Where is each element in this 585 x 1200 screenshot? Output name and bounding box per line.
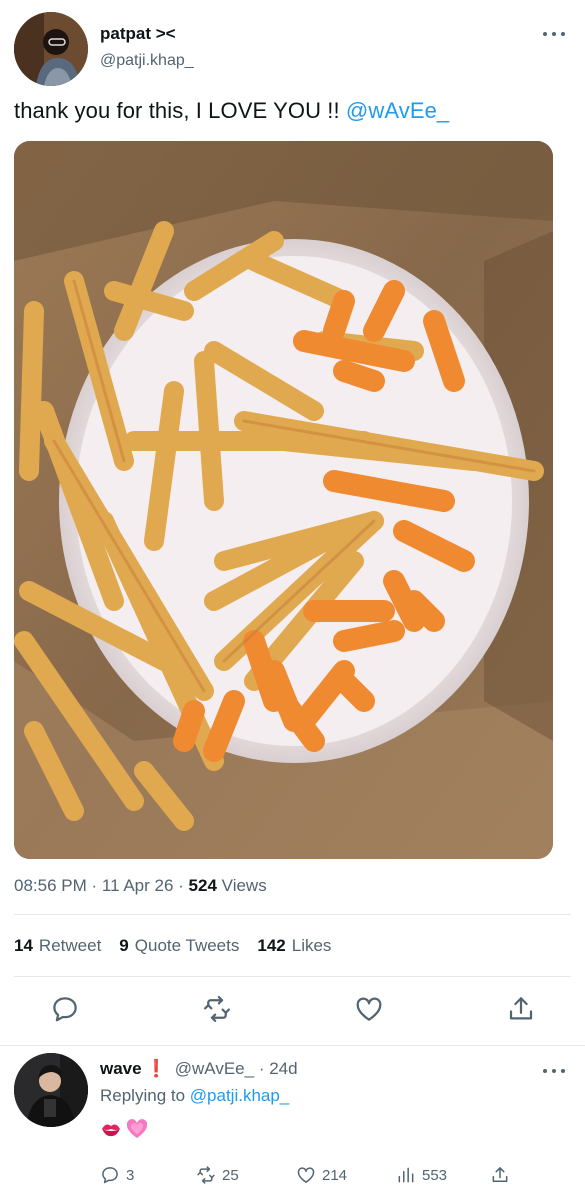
- tweet-time: 08:56 PM: [14, 876, 87, 895]
- replying-to-mention[interactable]: @patji.khap_: [190, 1086, 290, 1105]
- reply-display-name[interactable]: wave: [100, 1059, 142, 1078]
- retweets-count: 14: [14, 936, 33, 955]
- like-icon[interactable]: [354, 994, 384, 1024]
- meta-separator: ·: [91, 876, 102, 895]
- tweet-text-body: thank you for this, I LOVE YOU !!: [14, 98, 346, 123]
- more-icon[interactable]: [543, 1061, 565, 1081]
- reply-retweet-action[interactable]: 25: [196, 1164, 239, 1186]
- reply-like-action[interactable]: 214: [296, 1164, 347, 1186]
- like-icon: [297, 1167, 315, 1183]
- reply-actions: 3 25 214 553: [100, 1164, 520, 1186]
- tweet-meta: 08:56 PM · 11 Apr 26 · 524 Views: [14, 876, 267, 896]
- reply-share-action[interactable]: [490, 1164, 510, 1186]
- pink-heart-icon: [126, 1119, 148, 1138]
- views-count: 524: [188, 876, 217, 895]
- author-display-name[interactable]: patpat ><: [100, 24, 176, 44]
- reply-icon[interactable]: [50, 994, 80, 1024]
- share-icon: [492, 1167, 508, 1182]
- divider: [14, 914, 571, 915]
- quotes-stat[interactable]: 9 Quote Tweets: [119, 936, 239, 956]
- author-handle[interactable]: @patji.khap_: [100, 52, 194, 70]
- share-icon[interactable]: [506, 994, 536, 1024]
- view-count: 553: [422, 1166, 448, 1184]
- tweet-photo[interactable]: [14, 141, 553, 859]
- retweets-label: Retweet: [38, 936, 102, 955]
- quotes-count: 9: [119, 936, 129, 955]
- likes-label: Likes: [291, 936, 332, 955]
- author-avatar[interactable]: [14, 12, 88, 86]
- views-icon: [398, 1167, 414, 1183]
- likes-stat[interactable]: 142 Likes: [257, 936, 331, 956]
- like-count: 214: [322, 1166, 348, 1184]
- reply-text: 💋 💗: [100, 1119, 148, 1139]
- main-tweet: patpat >< @patji.khap_ thank you for thi…: [0, 0, 585, 1046]
- reply-tweet[interactable]: wave ❗ @wAvEe_ · 24d Replying to @patji.kh…: [0, 1047, 585, 1200]
- retweet-icon[interactable]: [202, 994, 232, 1024]
- retweet-icon: [197, 1166, 215, 1184]
- tweet-mention-link[interactable]: @wAvEe_: [346, 98, 449, 123]
- retweets-stat[interactable]: 14 Retweet: [14, 936, 101, 956]
- reply-header: wave ❗ @wAvEe_ · 24d: [100, 1059, 298, 1079]
- reply-icon: [102, 1167, 118, 1184]
- meta-separator: ·: [178, 876, 189, 895]
- retweet-count: 25: [222, 1166, 239, 1184]
- kiss-lips-icon: [102, 1124, 120, 1137]
- reply-views-action[interactable]: 553: [396, 1164, 447, 1186]
- engagement-stats: 14 Retweet 9 Quote Tweets 142 Likes: [14, 936, 331, 956]
- reply-reply-action[interactable]: 3: [100, 1164, 134, 1186]
- views-label: Views: [221, 876, 267, 895]
- reply-handle[interactable]: @wAvEe_: [175, 1059, 254, 1078]
- reply-author-avatar[interactable]: [14, 1053, 88, 1127]
- reply-count: 3: [126, 1166, 135, 1184]
- replying-to: Replying to @patji.khap_: [100, 1086, 289, 1106]
- tweet-text: thank you for this, I LOVE YOU !! @wAvEe…: [14, 98, 449, 124]
- tweet-actions: [0, 994, 585, 1028]
- divider: [0, 1045, 585, 1046]
- more-icon[interactable]: [543, 24, 565, 44]
- reply-age[interactable]: 24d: [269, 1059, 297, 1078]
- likes-count: 142: [257, 936, 286, 955]
- quotes-label: Quote Tweets: [134, 936, 240, 955]
- tweet-date: 11 Apr 26: [101, 876, 174, 895]
- reply-separator: ·: [254, 1059, 270, 1078]
- divider: [14, 976, 571, 977]
- replying-prefix: Replying to: [100, 1086, 190, 1105]
- exclamation-badge-icon: ❗: [145, 1059, 167, 1078]
